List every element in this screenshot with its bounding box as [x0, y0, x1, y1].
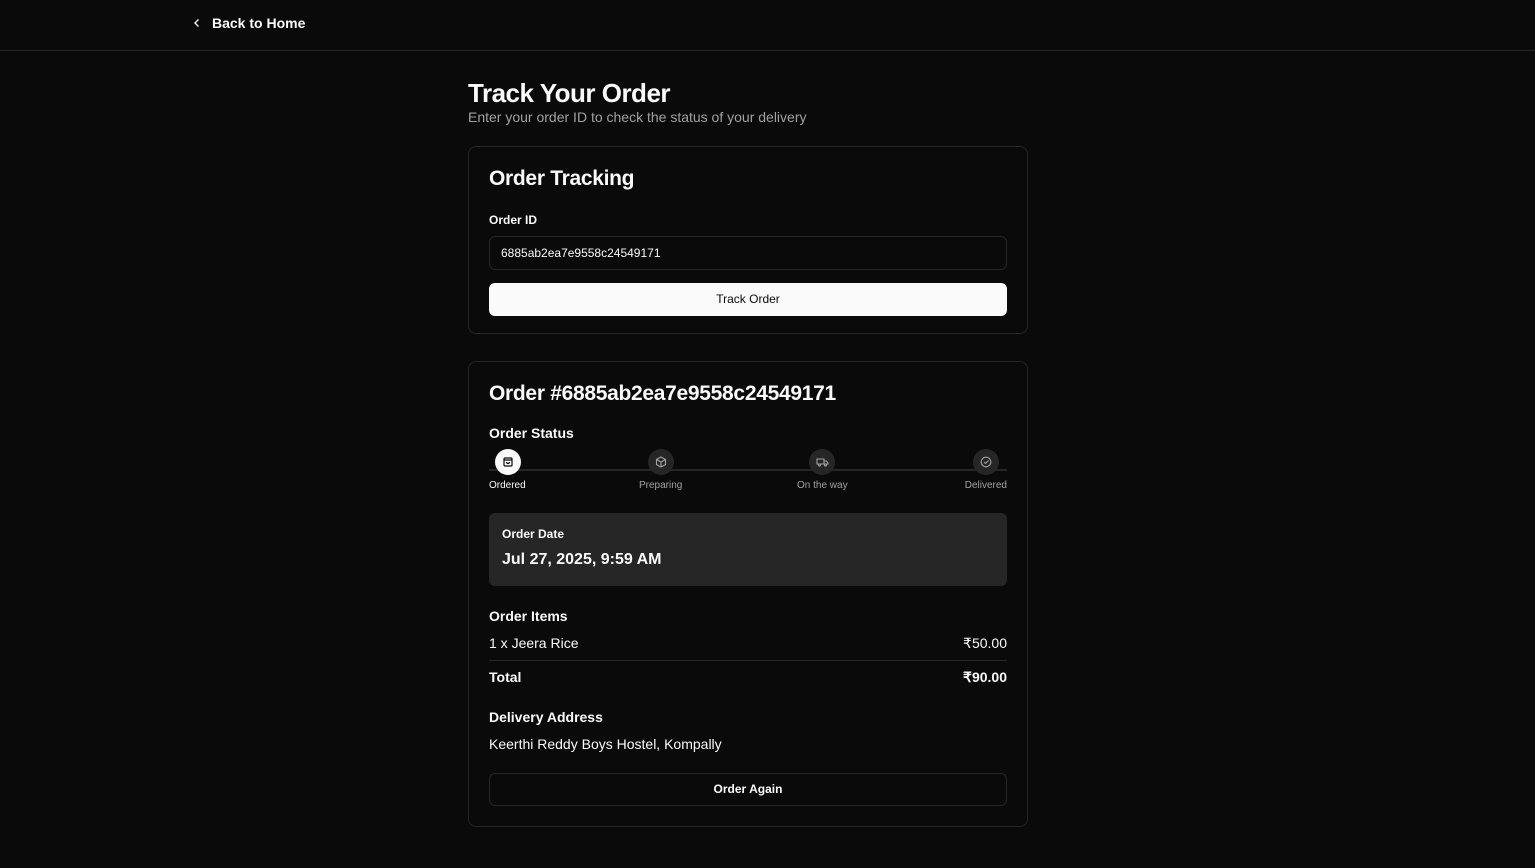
order-date-box: Order Date Jul 27, 2025, 9:59 AM: [489, 513, 1007, 586]
package-icon: [647, 449, 674, 475]
order-id-label: Order ID: [489, 213, 538, 227]
delivery-address-label: Delivery Address: [489, 709, 603, 725]
stepper-line: [489, 469, 1007, 471]
total-row: Total ₹90.00: [489, 669, 1007, 686]
step-delivered: Delivered: [965, 449, 1007, 491]
order-id-input[interactable]: [489, 236, 1007, 270]
divider: [489, 660, 1007, 661]
page-title: Track Your Order: [468, 78, 671, 108]
back-to-home-link[interactable]: Back to Home: [192, 15, 305, 31]
status-stepper: Ordered Preparing On the way Delivered: [489, 449, 1007, 499]
card-title: Order Tracking: [489, 167, 635, 190]
item-price: ₹50.00: [963, 635, 1007, 651]
order-title: Order #6885ab2ea7e9558c24549171: [489, 382, 836, 405]
step-label: Preparing: [639, 480, 683, 491]
order-item-row: 1 x Jeera Rice ₹50.00: [489, 635, 1007, 652]
order-details-card: Order #6885ab2ea7e9558c24549171 Order St…: [468, 361, 1028, 827]
order-status-label: Order Status: [489, 425, 574, 441]
delivery-address-value: Keerthi Reddy Boys Hostel, Kompally: [489, 736, 722, 752]
check-circle-icon: [972, 449, 999, 475]
step-label: Ordered: [489, 480, 526, 491]
main-content: Track Your Order Enter your order ID to …: [468, 78, 1028, 827]
order-date-label: Order Date: [502, 527, 565, 541]
chevron-left-icon: [192, 15, 202, 31]
step-ordered: Ordered: [489, 449, 526, 491]
step-preparing: Preparing: [639, 449, 682, 491]
step-label: On the way: [797, 480, 848, 491]
step-on-the-way: On the way: [797, 449, 848, 491]
total-label: Total: [489, 669, 522, 685]
truck-icon: [809, 449, 836, 475]
item-name: 1 x Jeera Rice: [489, 635, 579, 651]
order-again-button[interactable]: Order Again: [489, 773, 1007, 806]
order-date-value: Jul 27, 2025, 9:59 AM: [502, 551, 662, 568]
shopping-bag-icon: [495, 449, 521, 475]
track-order-button[interactable]: Track Order: [489, 283, 1007, 316]
back-label: Back to Home: [212, 15, 306, 31]
order-tracking-card: Order Tracking Order ID Track Order: [468, 146, 1028, 334]
step-label: Delivered: [964, 480, 1007, 491]
header: Back to Home: [0, 0, 1535, 51]
page-subtitle: Enter your order ID to check the status …: [468, 109, 807, 125]
total-value: ₹90.00: [963, 669, 1007, 685]
order-items-label: Order Items: [489, 608, 568, 624]
